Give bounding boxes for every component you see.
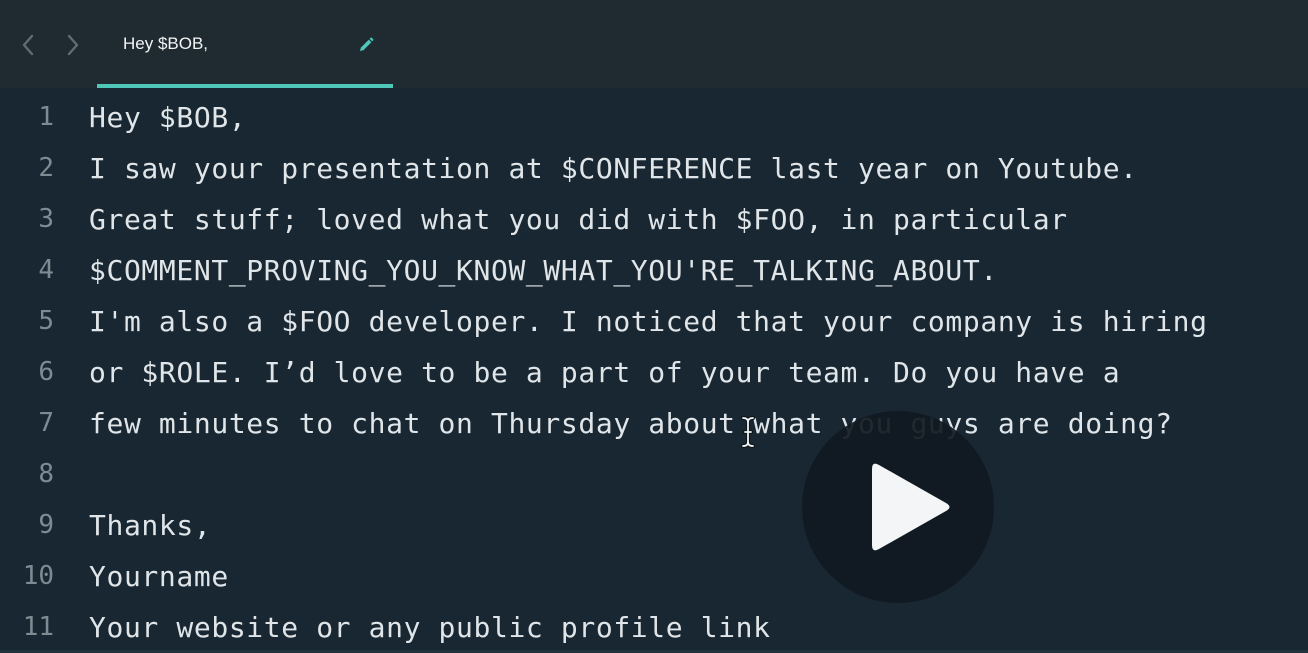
editor-line: 11 Your website or any public profile li… — [0, 602, 1308, 653]
line-number: 4 — [38, 255, 54, 285]
line-text: Your website or any public profile link — [89, 611, 771, 644]
line-number: 1 — [38, 102, 54, 132]
line-number: 10 — [22, 561, 54, 591]
text-cursor-icon — [740, 414, 756, 450]
tab-active-document[interactable]: Hey $BOB, — [97, 0, 393, 88]
play-video-button[interactable] — [802, 411, 994, 603]
editor-line: 6 or $ROLE. I’d love to be a part of you… — [0, 347, 1308, 398]
text-editor[interactable]: 1 Hey $BOB, 2 I saw your presentation at… — [0, 88, 1308, 653]
line-number: 2 — [38, 153, 54, 183]
line-number: 6 — [38, 357, 54, 387]
chevron-right-icon — [67, 34, 79, 56]
editor-line: 10 Yourname — [0, 551, 1308, 602]
chevron-left-icon — [22, 34, 34, 56]
line-text: Thanks, — [89, 509, 212, 542]
pencil-icon — [360, 37, 374, 51]
line-number: 9 — [38, 510, 54, 540]
tab-bar: Hey $BOB, — [0, 0, 1308, 88]
editor-line: 2 I saw your presentation at $CONFERENCE… — [0, 143, 1308, 194]
editor-line: 4 $COMMENT_PROVING_YOU_KNOW_WHAT_YOU'RE_… — [0, 245, 1308, 296]
rename-tab-button[interactable] — [357, 36, 375, 54]
editor-line: 7 few minutes to chat on Thursday about … — [0, 398, 1308, 449]
line-number: 5 — [38, 306, 54, 336]
line-text: Yourname — [89, 560, 229, 593]
editor-line: 8 — [0, 449, 1308, 500]
line-number: 3 — [38, 204, 54, 234]
editor-line: 9 Thanks, — [0, 500, 1308, 551]
line-text: I'm also a $FOO developer. I noticed tha… — [89, 305, 1208, 338]
editor-window: Hey $BOB, 1 Hey $BOB, 2 I saw your prese… — [0, 0, 1308, 653]
line-text: I saw your presentation at $CONFERENCE l… — [89, 152, 1138, 185]
tab-title: Hey $BOB, — [123, 34, 209, 53]
play-icon — [872, 463, 950, 551]
line-number: 8 — [38, 459, 54, 489]
editor-line: 5 I'm also a $FOO developer. I noticed t… — [0, 296, 1308, 347]
line-text: Hey $BOB, — [89, 101, 247, 134]
line-number: 11 — [22, 612, 54, 642]
line-number: 7 — [38, 408, 54, 438]
line-text: $COMMENT_PROVING_YOU_KNOW_WHAT_YOU'RE_TA… — [89, 254, 998, 287]
back-button[interactable] — [16, 30, 40, 60]
line-text: Great stuff; loved what you did with $FO… — [89, 203, 1068, 236]
editor-line: 1 Hey $BOB, — [0, 92, 1308, 143]
line-text: few minutes to chat on Thursday about wh… — [89, 407, 1173, 440]
line-text: or $ROLE. I’d love to be a part of your … — [89, 356, 1121, 389]
forward-button[interactable] — [61, 30, 85, 60]
editor-line: 3 Great stuff; loved what you did with $… — [0, 194, 1308, 245]
